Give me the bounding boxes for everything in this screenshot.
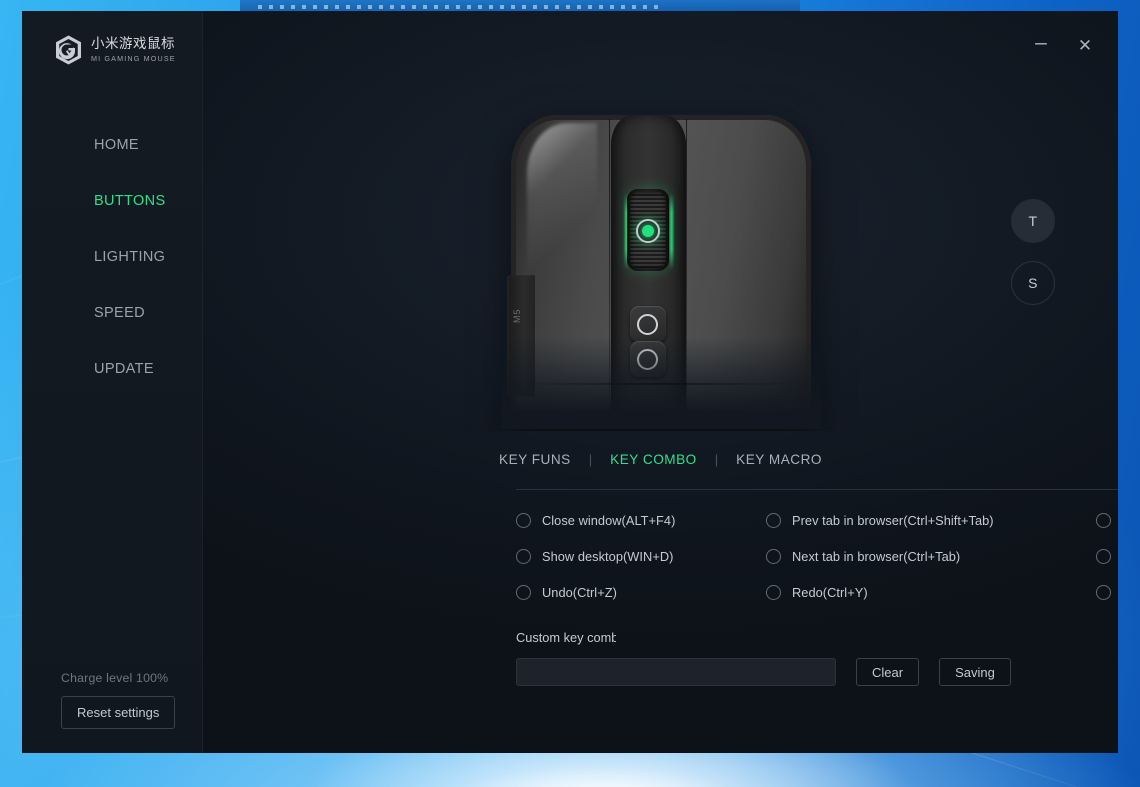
tab-key-funs[interactable]: KEY FUNS bbox=[489, 452, 581, 467]
mouse-side-button-label: M5 bbox=[511, 308, 522, 323]
tab-divider bbox=[516, 489, 1118, 490]
option-label: Next tab in browser(Ctrl+Tab) bbox=[792, 548, 961, 564]
radio-icon[interactable] bbox=[1096, 584, 1111, 600]
mouse-dpi-button-upper[interactable] bbox=[629, 306, 666, 342]
option-show-desktop[interactable]: Show desktop(WIN+D) bbox=[516, 548, 766, 564]
radio-icon[interactable] bbox=[766, 512, 781, 528]
sidebar-footer: Charge level 100% Reset settings bbox=[22, 671, 202, 729]
sidebar-item-lighting[interactable]: LIGHTING bbox=[22, 229, 202, 285]
circle-icon bbox=[637, 313, 658, 335]
main-content: – ✕ M5 T S KEY FUNS | KEY COMBO | KEY MA… bbox=[203, 11, 1118, 753]
radio-icon[interactable] bbox=[1096, 512, 1111, 528]
radio-icon[interactable] bbox=[766, 548, 781, 564]
custom-key-combo-label: Custom key combo bbox=[516, 630, 616, 645]
scroll-wheel-center-button[interactable] bbox=[635, 219, 660, 243]
option-label: Show desktop(WIN+D) bbox=[542, 548, 674, 564]
saving-button[interactable]: Saving bbox=[939, 658, 1011, 686]
sidebar: 小米游戏鼠标 MI GAMING MOUSE HOME BUTTONS LIGH… bbox=[22, 11, 203, 753]
option-undo[interactable]: Undo(Ctrl+Z) bbox=[516, 584, 766, 600]
radio-icon[interactable] bbox=[1096, 548, 1111, 564]
brand-text: 小米游戏鼠标 MI GAMING MOUSE bbox=[91, 35, 176, 64]
mouse-preview-stage: M5 bbox=[203, 11, 1118, 431]
tab-key-combo[interactable]: KEY COMBO bbox=[600, 452, 707, 467]
profile-button-s[interactable]: S bbox=[1011, 261, 1055, 305]
mouse-illustration: M5 bbox=[500, 115, 821, 429]
sidebar-navigation: HOME BUTTONS LIGHTING SPEED UPDATE bbox=[22, 117, 202, 397]
background-window-sliver bbox=[240, 0, 800, 11]
option-copy[interactable]: Copy(Ctrl+C) bbox=[1096, 548, 1118, 564]
option-label: Undo(Ctrl+Z) bbox=[542, 584, 617, 600]
radio-icon[interactable] bbox=[766, 584, 781, 600]
mouse-dpi-button-lower[interactable] bbox=[629, 341, 666, 377]
brand-name-cn: 小米游戏鼠标 bbox=[91, 35, 175, 52]
profile-preset-buttons: T S bbox=[1011, 199, 1055, 305]
profile-button-t[interactable]: T bbox=[1011, 199, 1055, 243]
option-prev-tab-in-browser[interactable]: Prev tab in browser(Ctrl+Shift+Tab) bbox=[766, 512, 1096, 528]
option-redo[interactable]: Redo(Ctrl+Y) bbox=[766, 584, 1096, 600]
key-config-tabs: KEY FUNS | KEY COMBO | KEY MACRO bbox=[203, 452, 1118, 467]
mouse-center-trough bbox=[610, 115, 686, 427]
option-label: Prev tab in browser(Ctrl+Shift+Tab) bbox=[792, 512, 994, 528]
option-label: Close window(ALT+F4) bbox=[542, 512, 676, 528]
background-window-titlebar-texture bbox=[258, 5, 658, 9]
mouse-base-seam bbox=[516, 383, 805, 385]
mi-gaming-hexagon-logo-icon bbox=[56, 35, 81, 65]
option-close-window[interactable]: Close window(ALT+F4) bbox=[516, 512, 766, 528]
mouse-left-button-split bbox=[608, 119, 610, 427]
scroll-wheel-glow-right bbox=[669, 193, 673, 269]
radio-icon[interactable] bbox=[516, 512, 531, 528]
scroll-wheel-led-dot bbox=[641, 225, 654, 237]
clear-button[interactable]: Clear bbox=[856, 658, 920, 686]
radio-icon[interactable] bbox=[516, 548, 531, 564]
option-paste[interactable]: Paste(Ctrl+V) bbox=[1096, 584, 1118, 600]
custom-key-combo-row: Clear Saving bbox=[516, 658, 1011, 686]
tab-separator: | bbox=[588, 452, 593, 467]
sidebar-item-update[interactable]: UPDATE bbox=[22, 341, 202, 397]
option-label: Redo(Ctrl+Y) bbox=[792, 584, 868, 600]
mouse-side-button[interactable]: M5 bbox=[506, 275, 535, 397]
tab-key-macro[interactable]: KEY MACRO bbox=[726, 452, 832, 467]
option-cut[interactable]: Cut(Ctrl+X) bbox=[1096, 512, 1118, 528]
mouse-right-button-split bbox=[685, 119, 687, 427]
app-brand: 小米游戏鼠标 MI GAMING MOUSE bbox=[22, 11, 202, 65]
reset-settings-button[interactable]: Reset settings bbox=[61, 696, 176, 729]
radio-icon[interactable] bbox=[516, 584, 531, 600]
charge-level-text: Charge level 100% bbox=[61, 671, 169, 685]
tab-separator: | bbox=[714, 452, 719, 467]
sidebar-item-buttons[interactable]: BUTTONS bbox=[22, 173, 202, 229]
sidebar-item-home[interactable]: HOME bbox=[22, 117, 202, 173]
custom-key-combo-input[interactable] bbox=[516, 658, 836, 686]
circle-icon bbox=[637, 348, 658, 370]
key-combo-options-grid: Close window(ALT+F4) Prev tab in browser… bbox=[516, 512, 1118, 600]
sidebar-item-speed[interactable]: SPEED bbox=[22, 285, 202, 341]
mi-gaming-mouse-app-window: 小米游戏鼠标 MI GAMING MOUSE HOME BUTTONS LIGH… bbox=[22, 11, 1118, 753]
option-next-tab-in-browser[interactable]: Next tab in browser(Ctrl+Tab) bbox=[766, 548, 1096, 564]
brand-name-en: MI GAMING MOUSE bbox=[91, 54, 176, 64]
